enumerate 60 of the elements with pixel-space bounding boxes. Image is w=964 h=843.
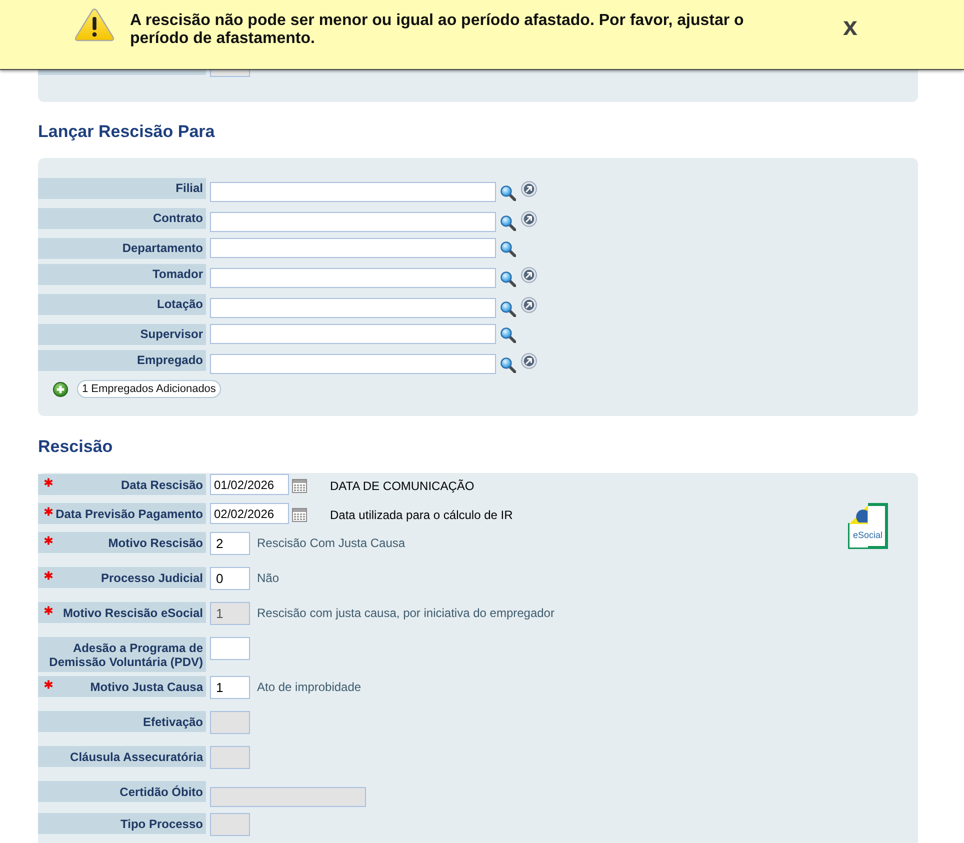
logo-drawing: [848, 503, 888, 549]
code-field[interactable]: [210, 637, 250, 660]
field-label: Data Previsão Pagamento: [56, 506, 203, 522]
close-button[interactable]: x: [843, 13, 858, 39]
field-label: Tipo Processo: [120, 816, 203, 832]
added-employees-button[interactable]: 1 Empregados Adicionados: [77, 380, 221, 398]
field-label: Empregado: [38, 350, 206, 371]
calendar-icon[interactable]: [292, 479, 307, 493]
input-field[interactable]: [210, 298, 496, 318]
circle-arrow-icon[interactable]: [521, 267, 537, 283]
search-icon[interactable]: [500, 301, 516, 317]
section-title: Rescisão: [38, 437, 114, 457]
search-icon[interactable]: [500, 215, 516, 231]
field-label: Supervisor: [38, 324, 206, 345]
search-icon[interactable]: [500, 357, 516, 373]
date-field[interactable]: 01/02/2026: [210, 474, 289, 495]
field-label: Processo Judicial: [100, 570, 203, 586]
add-icon[interactable]: [53, 382, 68, 396]
date-field[interactable]: 02/02/2026: [210, 503, 289, 524]
field-label: Adesão a Programa de Demissão Voluntária (PDV): [48, 640, 203, 670]
field-label: Data Rescisão: [120, 476, 203, 494]
field-label: Motivo Justa Causa: [90, 678, 203, 696]
circle-arrow-icon[interactable]: [521, 211, 537, 227]
input-field[interactable]: [210, 354, 496, 374]
warning-icon: [74, 8, 115, 42]
field-label: Cláusula Assecuratória: [70, 748, 203, 766]
input-field[interactable]: [210, 182, 496, 202]
field-label: Tomador: [38, 264, 206, 285]
calendar-icon[interactable]: [292, 508, 307, 522]
field-note: Data utilizada para o cálculo de IR: [330, 507, 513, 524]
circle-arrow-icon[interactable]: [521, 181, 537, 197]
field-label: Departamento: [38, 238, 206, 259]
field-note: DATA DE COMUNICAÇÃO: [330, 478, 474, 495]
logo-text: eSocial: [853, 530, 883, 540]
code-field[interactable]: 2: [210, 532, 250, 555]
input-field[interactable]: [210, 268, 496, 288]
field-label: Lotação: [38, 294, 206, 315]
field-description: Não: [257, 570, 280, 587]
field-label: Motivo Rescisão eSocial: [62, 604, 203, 622]
field-description: Ato de improbidade: [257, 679, 362, 696]
section-title: Lançar Rescisão Para: [38, 122, 216, 142]
search-icon[interactable]: [500, 327, 516, 343]
input-field[interactable]: [210, 238, 496, 258]
code-field[interactable]: 1: [210, 676, 250, 699]
search-icon[interactable]: [500, 271, 516, 287]
field-description: Rescisão com justa causa, por iniciativa do empregador: [257, 605, 554, 622]
search-icon[interactable]: [500, 241, 516, 257]
alert-message: A rescisão não pode ser menor ou igual ao período afastado. Por favor, ajustar o período de afastamento.: [130, 12, 745, 48]
field-label: Motivo Rescisão: [108, 534, 203, 552]
input-field[interactable]: [210, 324, 496, 344]
field-label: Efetivação: [142, 714, 203, 730]
input-field[interactable]: [210, 212, 496, 232]
circle-arrow-icon[interactable]: [521, 297, 537, 313]
field-label: Filial: [38, 178, 206, 199]
field-label: Contrato: [38, 208, 206, 229]
field-description: Rescisão Com Justa Causa: [257, 535, 406, 552]
circle-arrow-icon[interactable]: [521, 353, 537, 369]
field-label: Certidão Óbito: [120, 784, 203, 800]
code-field[interactable]: 0: [210, 567, 250, 590]
search-icon[interactable]: [500, 185, 516, 201]
